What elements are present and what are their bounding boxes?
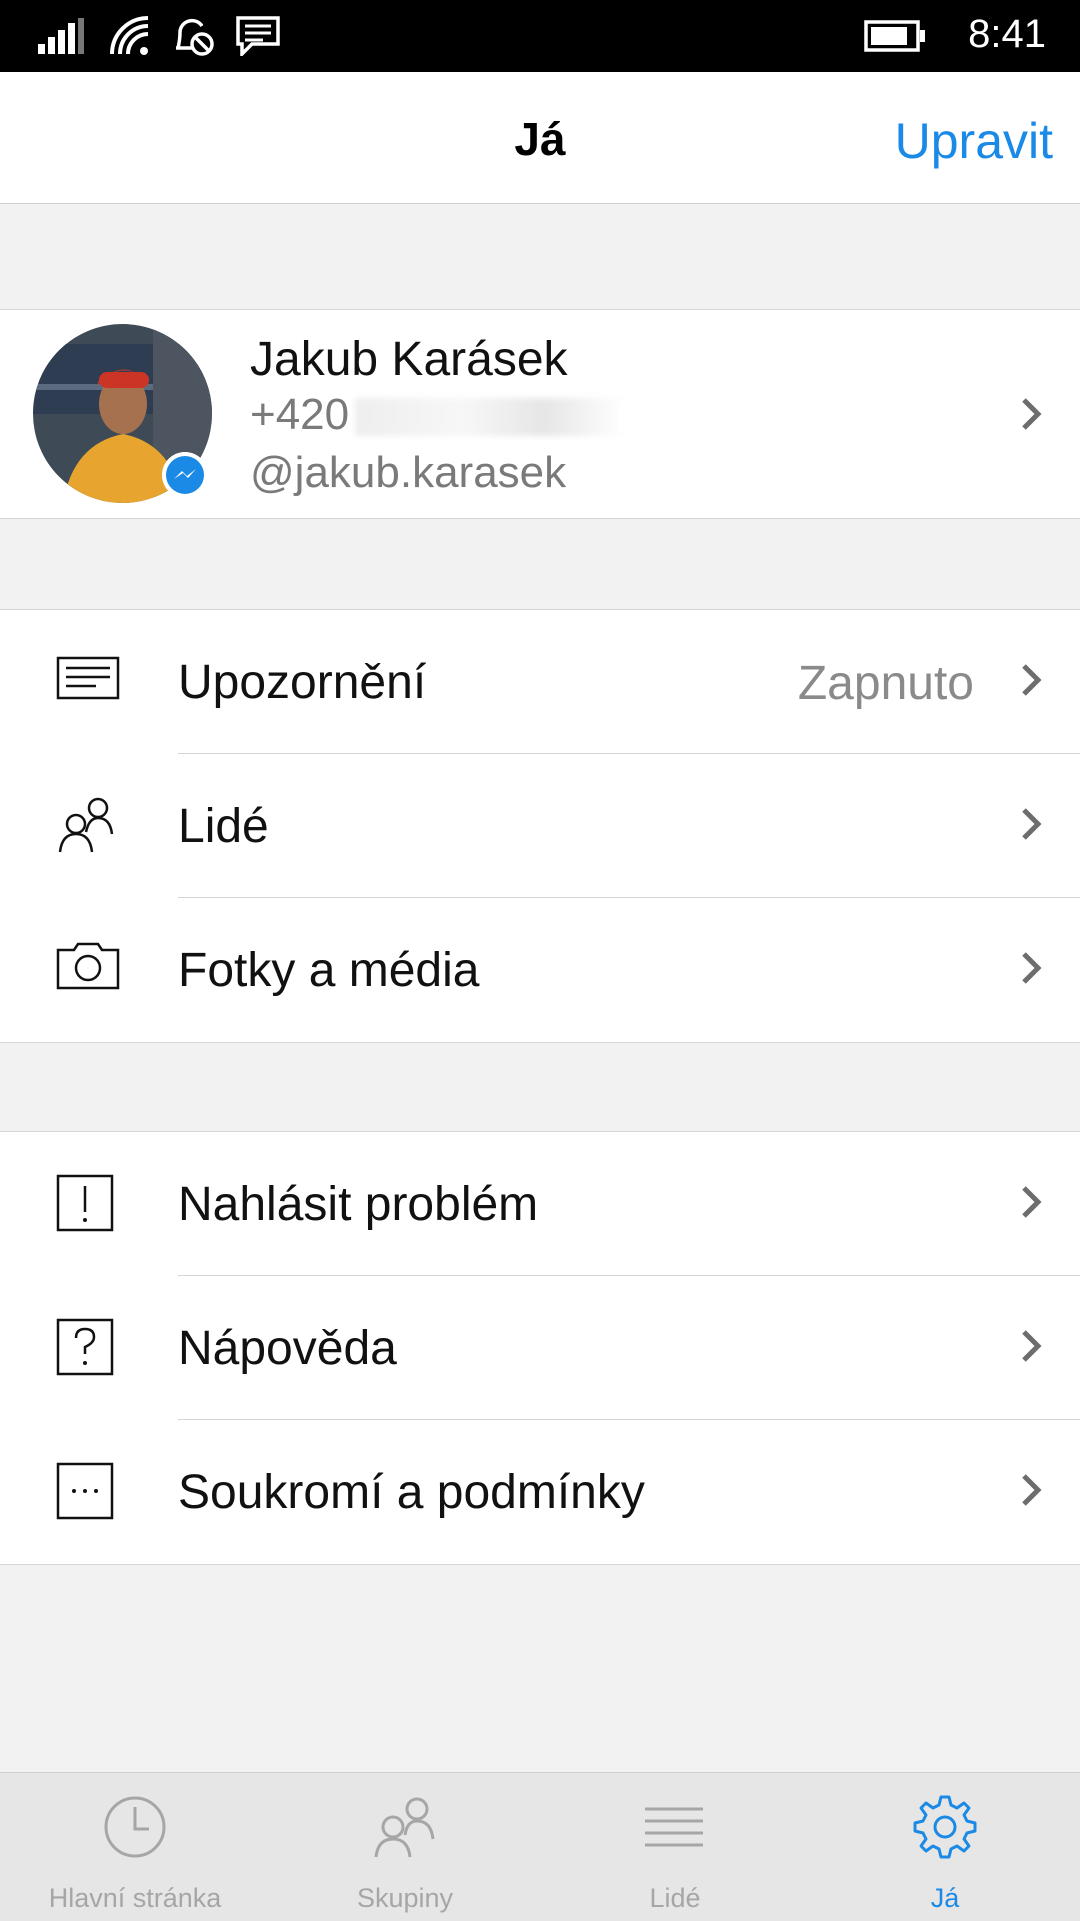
privacy-icon [56, 1462, 114, 1520]
tab-label: Lidé [649, 1883, 701, 1913]
list-icon [645, 1807, 703, 1847]
chevron-right-icon [1022, 808, 1042, 840]
gear-icon [913, 1795, 977, 1859]
messenger-badge-icon [162, 452, 208, 498]
phone-redaction [355, 398, 625, 436]
header: Já Upravit [0, 72, 1080, 204]
edit-button[interactable]: Upravit [895, 112, 1053, 170]
notifications-status: Zapnuto [797, 657, 974, 710]
quiet-hours-icon [176, 18, 214, 56]
profile-row[interactable]: Jakub Karásek +420 @jakub.karasek [0, 309, 1080, 519]
chevron-right-icon [1022, 664, 1042, 696]
tab-home[interactable]: Hlavní stránka [0, 1773, 270, 1921]
settings-label: Upozornění [178, 656, 427, 709]
tab-people[interactable]: Lidé [540, 1773, 810, 1921]
tab-label: Já [930, 1883, 960, 1913]
settings-row-help[interactable]: Nápověda [0, 1276, 1080, 1420]
help-icon [56, 1318, 114, 1376]
profile-username: @jakub.karasek [250, 448, 567, 497]
notification-icon [56, 656, 120, 700]
tab-label: Hlavní stránka [48, 1883, 222, 1913]
settings-label: Nápověda [178, 1322, 397, 1375]
signal-icon [38, 18, 84, 54]
status-bar: 8:41 [0, 0, 1080, 72]
settings-row-report-problem[interactable]: Nahlásit problém [0, 1132, 1080, 1276]
settings-group-2: Nahlásit problém Nápověda Soukromí a pod… [0, 1131, 1080, 1565]
chevron-right-icon [1022, 952, 1042, 984]
settings-row-notifications[interactable]: Upozornění Zapnuto [0, 610, 1080, 754]
tab-me[interactable]: Já [810, 1773, 1080, 1921]
settings-group-1: Upozornění Zapnuto Lidé Fotky a média [0, 609, 1080, 1043]
settings-label: Nahlásit problém [178, 1178, 539, 1231]
settings-label: Lidé [178, 800, 269, 853]
battery-icon [864, 20, 925, 52]
profile-phone: +420 [250, 390, 350, 439]
people-icon [58, 797, 114, 853]
camera-icon [56, 942, 120, 990]
tab-label: Skupiny [356, 1883, 454, 1913]
settings-row-privacy-terms[interactable]: Soukromí a podmínky [0, 1420, 1080, 1564]
chevron-right-icon [1022, 1186, 1042, 1218]
settings-row-people[interactable]: Lidé [0, 754, 1080, 898]
settings-label: Soukromí a podmínky [178, 1466, 645, 1519]
message-icon [236, 16, 280, 56]
wifi-icon [110, 16, 149, 55]
settings-label: Fotky a média [178, 944, 480, 997]
chevron-right-icon [1022, 1330, 1042, 1362]
chevron-right-icon [1022, 398, 1042, 430]
tab-groups[interactable]: Skupiny [270, 1773, 540, 1921]
profile-name: Jakub Karásek [250, 333, 568, 386]
settings-row-photos-media[interactable]: Fotky a média [0, 898, 1080, 1042]
clock-icon [104, 1796, 166, 1858]
bottom-nav: Hlavní stránka Skupiny Lidé Já [0, 1772, 1080, 1921]
status-time: 8:41 [968, 12, 1046, 56]
report-problem-icon [56, 1174, 114, 1232]
chevron-right-icon [1022, 1474, 1042, 1506]
groups-icon [374, 1797, 435, 1858]
